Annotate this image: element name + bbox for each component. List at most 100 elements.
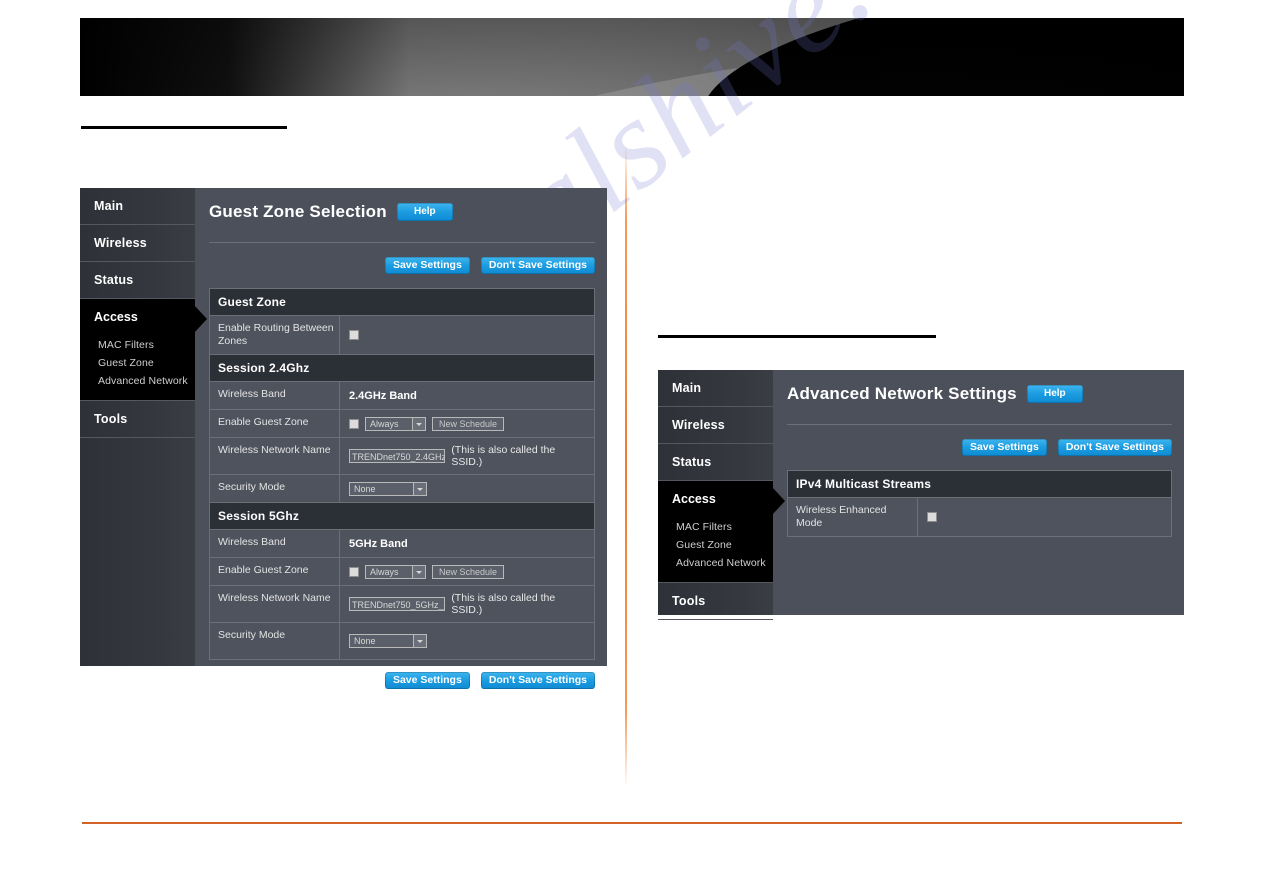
chevron-down-icon: [413, 482, 426, 495]
security-mode-select-5[interactable]: None: [349, 634, 427, 649]
section-header-session-5: Session 5Ghz: [210, 503, 594, 531]
help-button[interactable]: Help: [396, 203, 453, 221]
table-row: Enable Routing Between Zones: [210, 316, 594, 356]
row-value: Always New Schedule: [340, 410, 594, 437]
section-header-guest-zone: Guest Zone: [210, 289, 594, 316]
wireless-network-name-input-24[interactable]: TRENDnet750_2.4GHz_: [349, 449, 446, 464]
row-label: Enable Routing Between Zones: [210, 316, 340, 355]
save-settings-button[interactable]: Save Settings: [384, 257, 470, 274]
sidebar-item-advanced-network[interactable]: Advanced Network: [676, 554, 773, 572]
section-header-ipv4-multicast: IPv4 Multicast Streams: [788, 471, 1171, 498]
sidebar-item-guest-zone[interactable]: Guest Zone: [98, 354, 195, 372]
sidebar-item-label: Status: [94, 273, 134, 287]
table-row: Wireless Band 5GHz Band: [210, 530, 594, 559]
row-value: None: [340, 623, 594, 659]
enable-routing-between-zones-checkbox[interactable]: [349, 330, 359, 341]
sidebar-item-mac-filters[interactable]: MAC Filters: [98, 336, 195, 354]
panel-content: Guest Zone Selection Help Save Settings …: [195, 188, 607, 690]
row-label: Enable Guest Zone: [210, 410, 340, 438]
page-banner: [80, 18, 1184, 96]
ssid-hint-5: (This is also called the SSID.): [451, 592, 556, 617]
table-row: Wireless Network Name TRENDnet750_5GHz_g…: [210, 586, 594, 624]
table-row: Wireless Band 2.4GHz Band: [210, 382, 594, 411]
sidebar-item-label: Status: [672, 455, 712, 469]
settings-table: Guest Zone Enable Routing Between Zones …: [209, 288, 595, 661]
dont-save-settings-button[interactable]: Don't Save Settings: [480, 257, 595, 274]
table-row: Security Mode None: [210, 623, 594, 661]
security-mode-value: None: [354, 636, 376, 647]
sidebar-section-label: Access: [94, 310, 138, 324]
sidebar-item-label: Wireless: [672, 418, 725, 432]
sidebar-item-label: Tools: [672, 594, 706, 608]
table-row: Wireless Network Name TRENDnet750_2.4GHz…: [210, 438, 594, 476]
sidebar-item-tools[interactable]: Tools: [80, 401, 195, 438]
wireless-band-value-24: 2.4GHz Band: [349, 389, 417, 402]
row-value: None: [340, 475, 594, 502]
security-mode-select-24[interactable]: None: [349, 481, 427, 496]
row-label: Security Mode: [210, 623, 340, 660]
wireless-band-value-5: 5GHz Band: [349, 537, 408, 550]
sidebar-section-access[interactable]: Access MAC Filters Guest Zone Advanced N…: [80, 299, 207, 401]
router-ui-guest-zone: Main Wireless Status Access MAC Filters …: [80, 188, 607, 690]
dont-save-settings-button-bottom[interactable]: Don't Save Settings: [480, 672, 595, 690]
sidebar-item-wireless[interactable]: Wireless: [658, 407, 773, 444]
sidebar-item-advanced-network[interactable]: Advanced Network: [98, 372, 195, 390]
section-header-session-24: Session 2.4Ghz: [210, 355, 594, 383]
sidebar-item-status[interactable]: Status: [658, 444, 773, 481]
table-row: Security Mode None: [210, 475, 594, 504]
dont-save-settings-button[interactable]: Don't Save Settings: [1057, 439, 1172, 456]
chevron-down-icon: [412, 565, 425, 578]
sidebar-item-label: Wireless: [94, 236, 147, 250]
settings-table: IPv4 Multicast Streams Wireless Enhanced…: [787, 470, 1172, 538]
wireless-network-name-input-5[interactable]: TRENDnet750_5GHz_gu: [349, 597, 446, 612]
new-schedule-button-5[interactable]: New Schedule: [432, 564, 505, 579]
table-row: Enable Guest Zone Always New Schedule: [210, 410, 594, 439]
enable-guest-zone-checkbox-5[interactable]: [349, 566, 359, 577]
sidebar: Main Wireless Status Access MAC Filters …: [80, 188, 207, 666]
schedule-select-24[interactable]: Always: [365, 416, 426, 431]
sidebar: Main Wireless Status Access MAC Filters …: [658, 370, 785, 620]
sidebar-item-guest-zone[interactable]: Guest Zone: [676, 536, 773, 554]
row-value: TRENDnet750_2.4GHz_ (This is also called…: [340, 438, 594, 474]
save-settings-button[interactable]: Save Settings: [961, 439, 1047, 456]
enable-guest-zone-checkbox-24[interactable]: [349, 418, 359, 429]
row-value: [340, 316, 594, 354]
sidebar-section-access[interactable]: Access MAC Filters Guest Zone Advanced N…: [658, 481, 785, 583]
schedule-select-value: Always: [370, 566, 399, 577]
panel-header: Advanced Network Settings Help: [787, 370, 1172, 404]
schedule-select-5[interactable]: Always: [365, 564, 426, 579]
top-action-row: Save Settings Don't Save Settings: [209, 243, 595, 288]
sidebar-item-status[interactable]: Status: [80, 262, 195, 299]
sidebar-section-label: Access: [672, 492, 716, 506]
chevron-down-icon: [413, 635, 426, 648]
bottom-action-row: Save Settings Don't Save Settings: [209, 660, 595, 699]
ssid-hint-24: (This is also called the SSID.): [451, 444, 556, 469]
help-button[interactable]: Help: [1026, 385, 1083, 403]
section-rule-right: [658, 335, 936, 338]
row-label: Wireless Enhanced Mode: [788, 498, 918, 537]
sidebar-item-wireless[interactable]: Wireless: [80, 225, 195, 262]
new-schedule-button-24[interactable]: New Schedule: [432, 416, 505, 431]
page-title: Advanced Network Settings: [787, 384, 1017, 403]
top-action-row: Save Settings Don't Save Settings: [787, 425, 1172, 470]
table-row: Wireless Enhanced Mode: [788, 498, 1171, 538]
banner-left-fade: [80, 18, 410, 96]
save-settings-button-bottom[interactable]: Save Settings: [384, 672, 470, 690]
section-rule-left: [81, 126, 287, 129]
sidebar-item-mac-filters[interactable]: MAC Filters: [676, 518, 773, 536]
row-label: Wireless Network Name: [210, 586, 340, 623]
row-label: Wireless Band: [210, 382, 340, 410]
row-value: Always New Schedule: [340, 558, 594, 585]
sidebar-item-main[interactable]: Main: [658, 370, 773, 407]
sidebar-item-tools[interactable]: Tools: [658, 583, 773, 620]
sidebar-item-main[interactable]: Main: [80, 188, 195, 225]
row-value: TRENDnet750_5GHz_gu (This is also called…: [340, 586, 594, 622]
wireless-enhanced-mode-checkbox[interactable]: [927, 512, 937, 523]
security-mode-value: None: [354, 483, 376, 494]
panel-header: Guest Zone Selection Help: [209, 188, 595, 222]
row-label: Wireless Network Name: [210, 438, 340, 475]
sidebar-item-label: Tools: [94, 412, 128, 426]
router-ui-advanced-network: Main Wireless Status Access MAC Filters …: [658, 370, 1184, 620]
row-label: Security Mode: [210, 475, 340, 503]
panel-content: Advanced Network Settings Help Save Sett…: [773, 370, 1184, 615]
